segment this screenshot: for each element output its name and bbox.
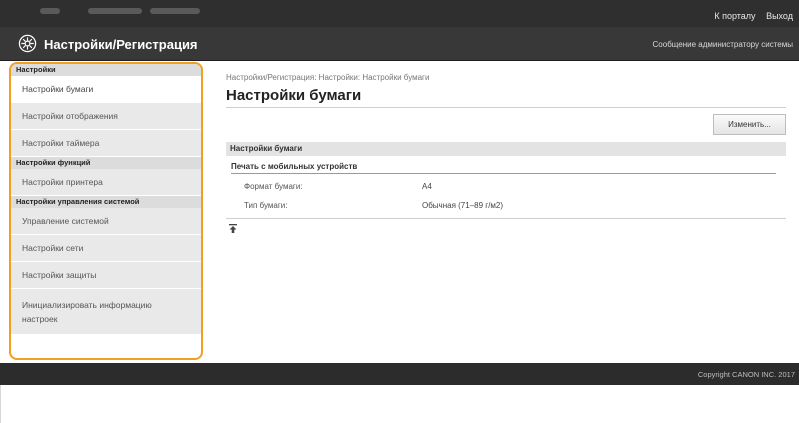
blurred-text: [88, 8, 142, 14]
breadcrumb: Настройки/Регистрация: Настройки: Настро…: [226, 73, 430, 82]
admin-message-link[interactable]: Сообщение администратору системы: [653, 40, 793, 49]
sidebar-item-paper-settings[interactable]: Настройки бумаги: [11, 76, 201, 103]
sidebar-section-system-management: Настройки управления системой: [11, 196, 201, 208]
footer: Copyright CANON INC. 2017: [0, 363, 799, 385]
setting-label: Тип бумаги:: [244, 201, 288, 210]
setting-label: Формат бумаги:: [244, 182, 303, 191]
setting-value: A4: [422, 182, 432, 191]
copyright: Copyright CANON INC. 2017: [697, 370, 795, 379]
sidebar-item-label: Инициализировать информацию: [22, 300, 152, 310]
logout-link[interactable]: Выход: [766, 11, 793, 21]
divider: [226, 218, 786, 219]
app-title: Настройки/Регистрация: [44, 37, 198, 52]
sidebar-item-initialize-settings[interactable]: Инициализировать информацию настроек: [11, 289, 201, 335]
arrow-to-top-icon[interactable]: [229, 224, 237, 233]
sidebar-item-network-settings[interactable]: Настройки сети: [11, 235, 201, 262]
edit-button[interactable]: Изменить...: [713, 114, 786, 135]
gear-icon: [18, 34, 37, 53]
top-links: К порталу Выход: [706, 11, 793, 21]
section-header: Настройки бумаги: [226, 142, 786, 156]
main-content: Настройки/Регистрация: Настройки: Настро…: [226, 62, 786, 362]
sidebar-item-timer-settings[interactable]: Настройки таймера: [11, 130, 201, 157]
title-bar: Настройки/Регистрация Сообщение админист…: [0, 27, 799, 61]
setting-row-paper-size: Формат бумаги: A4: [244, 182, 432, 191]
divider: [226, 107, 786, 108]
sidebar-section-settings: Настройки: [11, 64, 201, 76]
setting-value: Обычная (71–89 г/м2): [422, 201, 504, 210]
blurred-text: [150, 8, 200, 14]
sidebar-item-display-settings[interactable]: Настройки отображения: [11, 103, 201, 130]
sidebar-item-printer-settings[interactable]: Настройки принтера: [11, 169, 201, 196]
sidebar-item-system-management[interactable]: Управление системой: [11, 208, 201, 235]
sidebar: Настройки Настройки бумаги Настройки ото…: [9, 62, 203, 360]
sidebar-item-label: настроек: [22, 314, 58, 324]
page-bottom: [0, 385, 799, 423]
subsection-header: Печать с мобильных устройств: [231, 162, 776, 174]
setting-row-paper-type: Тип бумаги: Обычная (71–89 г/м2): [244, 201, 503, 210]
blurred-text: [40, 8, 60, 14]
sidebar-section-function-settings: Настройки функций: [11, 157, 201, 169]
page-title: Настройки бумаги: [226, 87, 362, 104]
top-bar: К порталу Выход: [0, 0, 799, 27]
sidebar-item-security-settings[interactable]: Настройки защиты: [11, 262, 201, 289]
portal-link[interactable]: К порталу: [714, 11, 755, 21]
